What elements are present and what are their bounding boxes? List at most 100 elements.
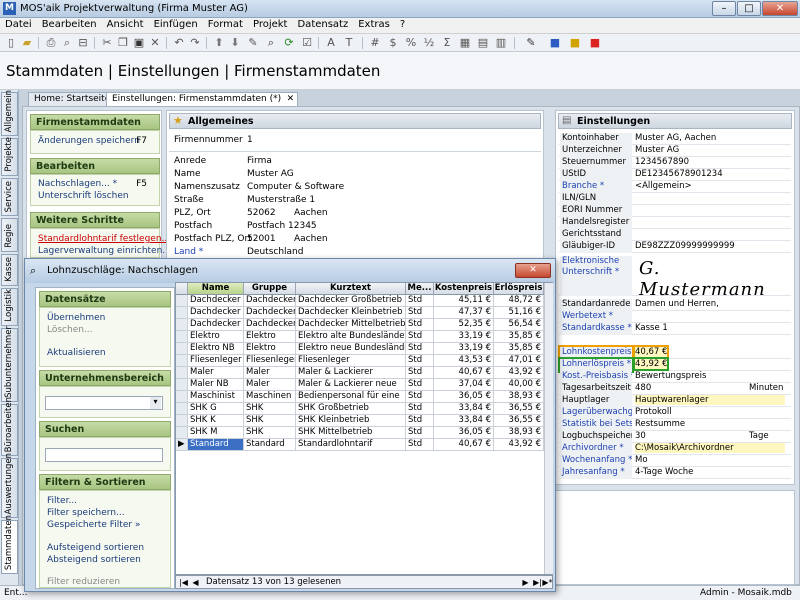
side-tab-logistik[interactable]: Logistik [1,288,18,326]
grid-cell[interactable]: Maler NB [188,379,244,391]
land-field[interactable]: Deutschland [247,247,303,257]
business-unit-select[interactable]: ▾ [45,396,163,410]
setting-value[interactable]: DE12345678901234 [635,169,723,179]
row-selector[interactable] [176,391,188,403]
side-tab-service[interactable]: Service [1,178,18,216]
grid-cell[interactable]: Maler [244,379,296,391]
setting-label[interactable]: Archivordner * [560,443,632,455]
grid-cell[interactable]: Std [406,295,434,307]
copy-icon[interactable]: ❐ [116,36,130,50]
grid-cell[interactable]: Maschinen [244,391,296,403]
col-erloespreis[interactable]: Erlöspreis [494,283,544,295]
plz-field[interactable]: 52062 [247,208,276,218]
delete-icon[interactable]: ✕ [148,36,162,50]
grid-cell[interactable]: SHK [244,415,296,427]
filter-link[interactable]: Filter... [47,496,77,506]
grid-cell[interactable]: Std [406,415,434,427]
side-tab-bueroarbeiten[interactable]: Büroarbeiten [1,397,18,456]
grid-cell[interactable]: Dachdecker [244,295,296,307]
side-tab-projekte[interactable]: Projekte [1,137,18,176]
side-tab-kasse[interactable]: Kasse [1,254,18,286]
grid-cell[interactable]: 35,85 € [494,331,544,343]
next-record-button[interactable]: ▶ [520,577,531,588]
setting-label[interactable]: Lagerüberwachg * [560,407,632,419]
maximize-button[interactable]: □ [737,1,761,16]
lookup-icon[interactable]: ⌕ [264,36,278,50]
grid-cell[interactable]: 43,53 € [434,355,494,367]
grid-cell[interactable]: 36,55 € [494,403,544,415]
number-icon[interactable]: # [368,36,382,50]
side-tab-subunternehmer[interactable]: Subunternehmer [1,326,18,402]
grid-cell[interactable]: 36,05 € [434,391,494,403]
signature-label[interactable]: Elektronische Unterschrift * [560,256,632,296]
grid-cell[interactable]: Maler [188,367,244,379]
grid-cell[interactable]: 45,11 € [434,295,494,307]
close-tab-icon[interactable]: ✕ [287,94,295,104]
edit-pencil-icon[interactable]: ✎ [246,36,260,50]
saved-filters-link[interactable]: Gespeicherte Filter » [47,520,140,530]
grid-cell[interactable]: Standardlohntarif [296,439,406,451]
cut-icon[interactable]: ✂ [100,36,114,50]
grid-cell[interactable]: 47,37 € [434,307,494,319]
grid-cell[interactable]: 33,84 € [434,415,494,427]
setting-label[interactable]: Statistik bei Sets * [560,419,632,431]
col-kurztext[interactable]: Kurztext [296,283,406,295]
grid-cell[interactable]: 40,67 € [434,367,494,379]
take-over-link[interactable]: Übernehmen [47,313,105,323]
postfach-field[interactable]: Postfach 12345 [247,221,317,231]
lock-blue-icon[interactable]: ■ [548,36,562,50]
row-selector[interactable] [176,319,188,331]
postfach-plz-field[interactable]: 52001 [247,234,276,244]
grid-cell[interactable]: Elektro [244,331,296,343]
notes-area[interactable] [555,490,795,585]
font-icon[interactable]: A [324,36,338,50]
grid-cell[interactable]: Maler & Lackierer neue [296,379,406,391]
setting-label[interactable]: Lohnerlöspreis * [558,357,634,373]
postfach-ort-field[interactable]: Aachen [294,234,328,244]
menu-datensatz[interactable]: Datensatz [292,18,353,31]
row-selector[interactable] [176,427,188,439]
move-up-icon[interactable]: ⬆ [212,36,226,50]
side-tab-allgemein[interactable]: Allgemein [1,90,18,136]
print-preview-icon[interactable]: ⌕ [60,36,74,50]
grid-cell[interactable]: 52,35 € [434,319,494,331]
grid-cell[interactable]: SHK G [188,403,244,415]
sort-ascending-link[interactable]: Aufsteigend sortieren [47,543,144,553]
grid-cell[interactable]: SHK Mittelbetrieb [296,427,406,439]
menu-bearbeiten[interactable]: Bearbeiten [37,18,102,31]
export-icon[interactable]: ⊟ [76,36,90,50]
grid-cell[interactable]: 47,01 € [494,355,544,367]
setting-value[interactable]: Restsumme [635,419,685,429]
side-tab-auswertungen[interactable]: Auswertungen [1,453,18,518]
grid-cell[interactable]: SHK K [188,415,244,427]
grid-cell[interactable]: Std [406,367,434,379]
row-selector[interactable] [176,343,188,355]
grid-cell[interactable]: 38,93 € [494,391,544,403]
menu-extras[interactable]: Extras [353,18,395,31]
namenszusatz-field[interactable]: Computer & Software [247,182,344,192]
search-input[interactable] [45,448,163,462]
grid-cell[interactable]: Std [406,427,434,439]
redo-icon[interactable]: ↷ [188,36,202,50]
grid-cell[interactable]: 43,92 € [494,367,544,379]
grid-cell[interactable]: Std [406,307,434,319]
col-mengeneinheit[interactable]: Me... [406,283,434,295]
currency-icon[interactable]: $ [386,36,400,50]
grid-cell[interactable]: SHK Kleinbetrieb [296,415,406,427]
row-selector[interactable] [176,307,188,319]
grid-cell[interactable]: Fliesenleger [296,355,406,367]
grid-cell[interactable]: 36,55 € [494,415,544,427]
row-selector[interactable] [176,295,188,307]
setting-value[interactable]: 43,92 € [632,357,670,371]
row-selector[interactable] [176,415,188,427]
refresh-icon[interactable]: ⟳ [282,36,296,50]
open-folder-icon[interactable]: ▰ [20,36,34,50]
text-icon[interactable]: T [342,36,356,50]
grid-cell[interactable]: 40,00 € [494,379,544,391]
grid-cell[interactable]: Dachdecker K [188,307,244,319]
layout-icon[interactable]: ▥ [494,36,508,50]
col-gruppe[interactable]: Gruppe [244,283,296,295]
new-record-button[interactable]: ▶* [542,577,553,588]
col-kostenpreis[interactable]: Kostenpreis [434,283,494,295]
undo-icon[interactable]: ↶ [172,36,186,50]
